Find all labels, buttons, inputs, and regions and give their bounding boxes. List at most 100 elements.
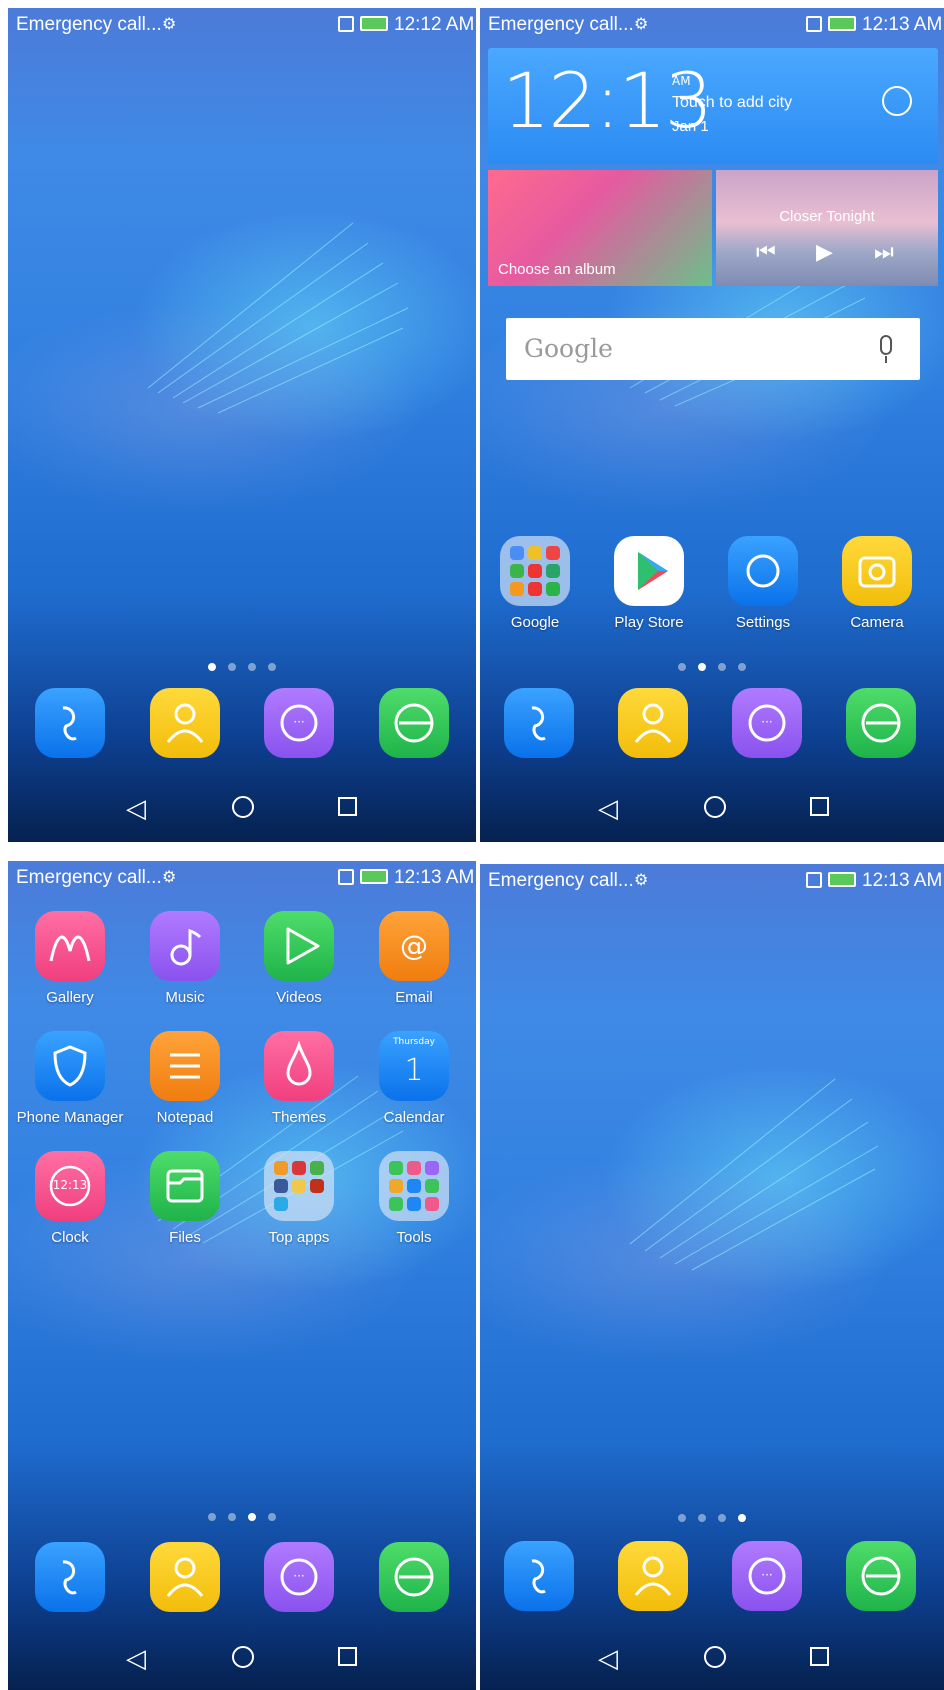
widget-date: Jan 1: [672, 118, 709, 135]
messaging-icon[interactable]: ···: [732, 1541, 802, 1611]
page-indicator: [8, 656, 476, 675]
contacts-icon[interactable]: [150, 688, 220, 758]
android-debug-icon: ⚙: [162, 14, 177, 33]
home-icon[interactable]: [232, 1646, 254, 1668]
status-time: 12:13 AM: [862, 14, 943, 35]
email-icon: @: [379, 911, 449, 981]
recent-apps-icon[interactable]: [810, 1647, 829, 1666]
page-dot[interactable]: [268, 663, 276, 671]
app-top-apps[interactable]: Top apps: [244, 1151, 354, 1246]
status-bar: Emergency call... ⚙ 12:12 AM: [8, 8, 476, 38]
back-icon[interactable]: ◁: [126, 794, 146, 824]
battery-icon: [360, 869, 388, 884]
app-label: Clock: [51, 1229, 89, 1246]
page-dot[interactable]: [228, 1513, 236, 1521]
messaging-icon[interactable]: ···: [732, 688, 802, 758]
add-city-link[interactable]: Touch to add city: [672, 94, 792, 112]
page-dot[interactable]: [718, 1514, 726, 1522]
phone-icon[interactable]: [504, 1541, 574, 1611]
home-icon[interactable]: [704, 796, 726, 818]
album-widget[interactable]: Choose an album: [488, 170, 712, 286]
app-label: Gallery: [46, 989, 94, 1006]
recent-apps-icon[interactable]: [338, 797, 357, 816]
app-tools[interactable]: Tools: [359, 1151, 469, 1246]
emergency-call-text: Emergency call...: [488, 14, 634, 35]
page-dot[interactable]: [268, 1513, 276, 1521]
gallery-icon: [35, 911, 105, 981]
app-label: Notepad: [156, 1109, 214, 1126]
contacts-icon[interactable]: [150, 1542, 220, 1612]
files-icon: [150, 1151, 220, 1221]
phone-icon[interactable]: [504, 688, 574, 758]
page-dot[interactable]: [698, 663, 706, 671]
page-dot[interactable]: [228, 663, 236, 671]
play-icon[interactable]: ▶: [816, 240, 833, 265]
home-screen-page-2: Emergency call... ⚙ 12:13 AM 12:13 AM To…: [480, 8, 944, 842]
app-clock[interactable]: 12:13 Clock: [15, 1151, 125, 1246]
navigation-bar: ◁: [480, 784, 944, 834]
previous-icon[interactable]: ⏮: [756, 240, 776, 265]
app-label: Files: [169, 1229, 201, 1246]
page-dot[interactable]: [248, 663, 256, 671]
clock-icon: 12:13: [35, 1151, 105, 1221]
app-email[interactable]: @ Email: [359, 911, 469, 1006]
app-calendar[interactable]: Thursday 1 Calendar: [359, 1031, 469, 1126]
page-dot[interactable]: [248, 1513, 256, 1521]
google-logo: Google: [524, 334, 613, 363]
app-themes[interactable]: Themes: [244, 1031, 354, 1126]
messaging-icon[interactable]: ···: [264, 1542, 334, 1612]
google-search-bar[interactable]: Google: [506, 318, 920, 380]
google-folder-icon: [500, 536, 570, 606]
app-phone-manager[interactable]: Phone Manager: [15, 1031, 125, 1126]
page-dot[interactable]: [738, 1514, 746, 1522]
app-label: Settings: [735, 614, 791, 631]
messaging-icon[interactable]: ···: [264, 688, 334, 758]
phone-icon[interactable]: [35, 1542, 105, 1612]
app-google[interactable]: Google: [480, 536, 590, 631]
svg-text:···: ···: [761, 715, 772, 729]
app-notepad[interactable]: Notepad: [130, 1031, 240, 1126]
music-widget[interactable]: Closer Tonight ⏮ ▶ ⏭: [716, 170, 938, 286]
app-gallery[interactable]: Gallery: [15, 911, 125, 1006]
contacts-icon[interactable]: [618, 1541, 688, 1611]
app-videos[interactable]: Videos: [244, 911, 354, 1006]
page-dot[interactable]: [678, 1514, 686, 1522]
microphone-icon[interactable]: [880, 335, 892, 355]
browser-icon[interactable]: [846, 688, 916, 758]
app-settings[interactable]: Settings: [708, 536, 818, 631]
phone-icon[interactable]: [35, 688, 105, 758]
back-icon[interactable]: ◁: [126, 1644, 146, 1674]
browser-icon[interactable]: [846, 1541, 916, 1611]
page-dot[interactable]: [698, 1514, 706, 1522]
android-debug-icon: ⚙: [162, 867, 177, 886]
recent-apps-icon[interactable]: [338, 1647, 357, 1666]
page-dot[interactable]: [718, 663, 726, 671]
page-dot[interactable]: [678, 663, 686, 671]
contacts-icon[interactable]: [618, 688, 688, 758]
app-label: Music: [165, 989, 205, 1006]
browser-icon[interactable]: [379, 1542, 449, 1612]
app-label: Tools: [396, 1229, 432, 1246]
navigation-bar: ◁: [8, 1634, 476, 1684]
videos-icon: [264, 911, 334, 981]
browser-icon[interactable]: [379, 688, 449, 758]
app-play-store[interactable]: Play Store: [594, 536, 704, 631]
navigation-bar: ◁: [8, 784, 476, 834]
page-dot[interactable]: [208, 1513, 216, 1521]
calendar-icon: Thursday 1: [379, 1031, 449, 1101]
home-icon[interactable]: [704, 1646, 726, 1668]
home-icon[interactable]: [232, 796, 254, 818]
page-dot[interactable]: [738, 663, 746, 671]
back-icon[interactable]: ◁: [598, 1644, 618, 1674]
app-files[interactable]: Files: [130, 1151, 240, 1246]
page-dot[interactable]: [208, 663, 216, 671]
next-icon[interactable]: ⏭: [874, 240, 894, 265]
notepad-icon: [150, 1031, 220, 1101]
recent-apps-icon[interactable]: [810, 797, 829, 816]
app-music[interactable]: Music: [130, 911, 240, 1006]
weather-clock-widget[interactable]: 12:13 AM Touch to add city Jan 1: [488, 48, 938, 164]
back-icon[interactable]: ◁: [598, 794, 618, 824]
sim-icon: [806, 16, 822, 32]
app-camera[interactable]: Camera: [822, 536, 932, 631]
dock: ···: [8, 1542, 476, 1614]
